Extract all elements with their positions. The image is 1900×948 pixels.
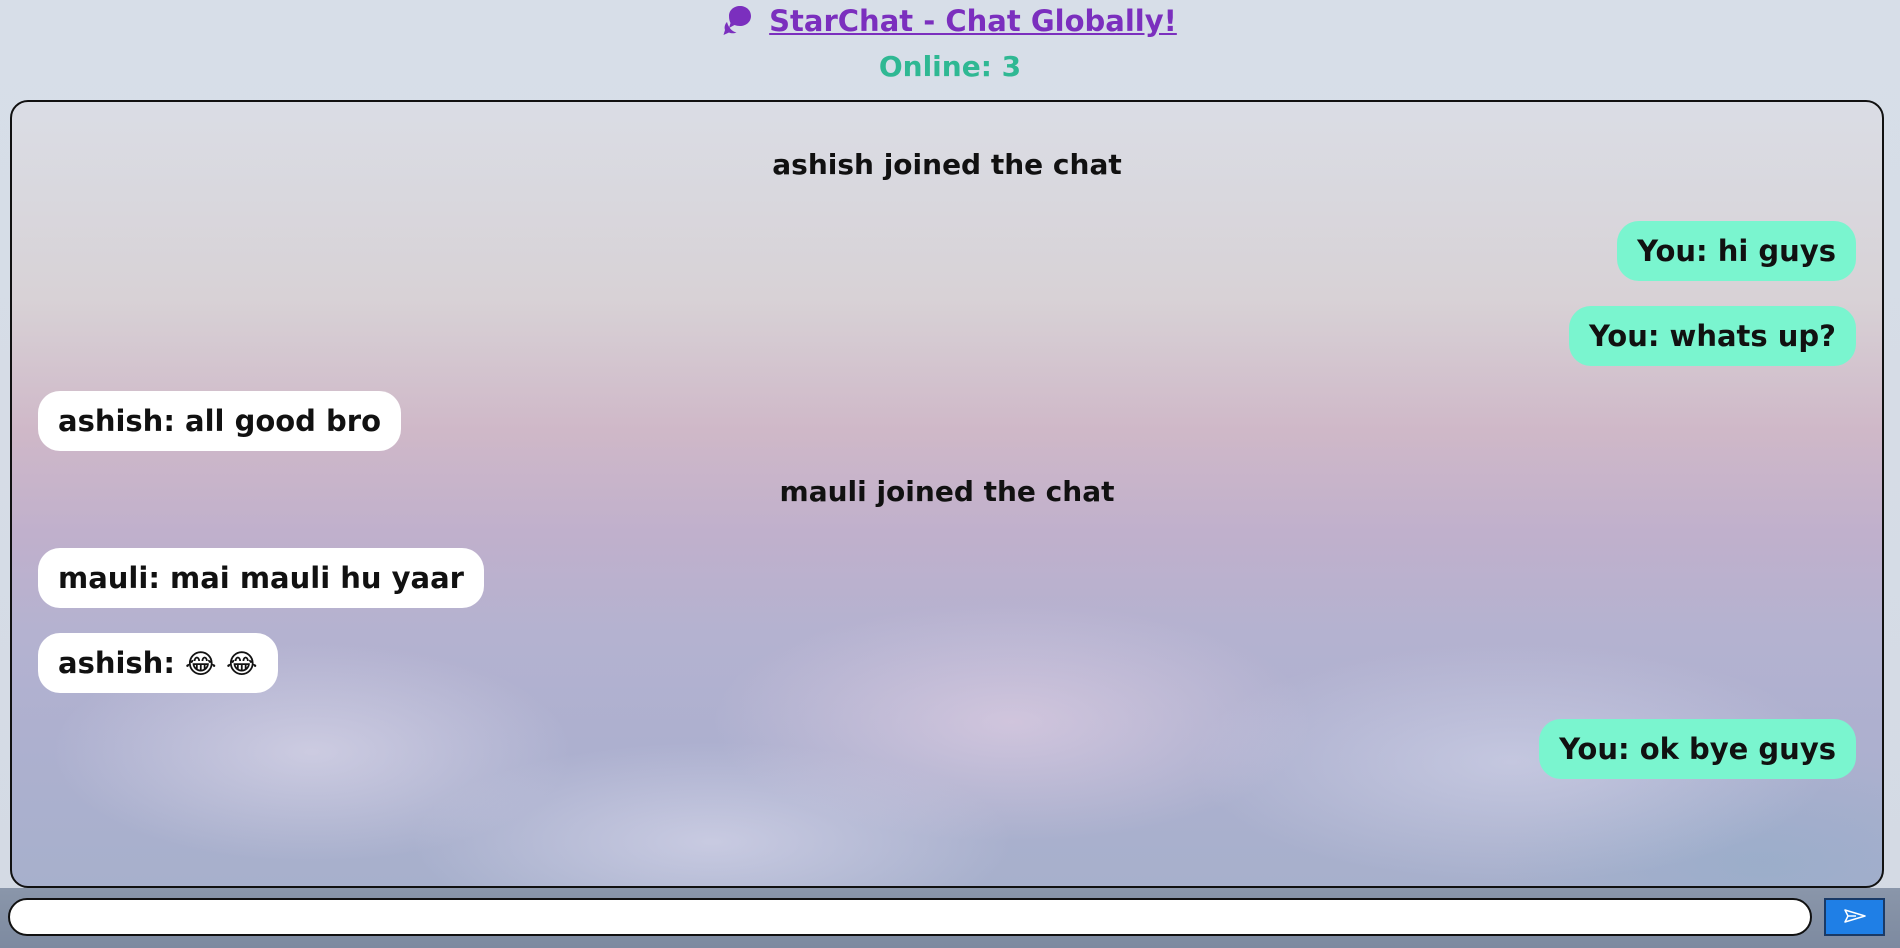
message-input[interactable] [8,898,1812,936]
composer-bar [0,888,1900,948]
send-button[interactable] [1824,898,1885,936]
incoming-message: ashish: 😂 😂 [38,633,278,693]
online-count: Online: 3 [878,50,1022,83]
chat-header: StarChat - Chat Globally! Online: 3 [0,0,1900,96]
send-arrow-icon [1843,908,1866,926]
outgoing-message: You: whats up? [1568,306,1856,366]
message-sender-text: ashish: [58,646,175,680]
chat-bubbles-icon [723,2,761,40]
system-message: mauli joined the chat [779,475,1115,508]
system-message: ashish joined the chat [772,148,1122,181]
outgoing-message: You: hi guys [1617,221,1856,281]
chat-messages-panel[interactable]: ashish joined the chat You: hi guys You:… [10,100,1884,888]
app-title-link[interactable]: StarChat - Chat Globally! [769,4,1177,38]
incoming-message: mauli: mai mauli hu yaar [38,548,484,608]
outgoing-message: You: ok bye guys [1539,719,1856,779]
incoming-message: ashish: all good bro [38,391,402,451]
laughing-emoji: 😂 😂 [185,649,258,680]
title-row: StarChat - Chat Globally! [0,2,1900,40]
